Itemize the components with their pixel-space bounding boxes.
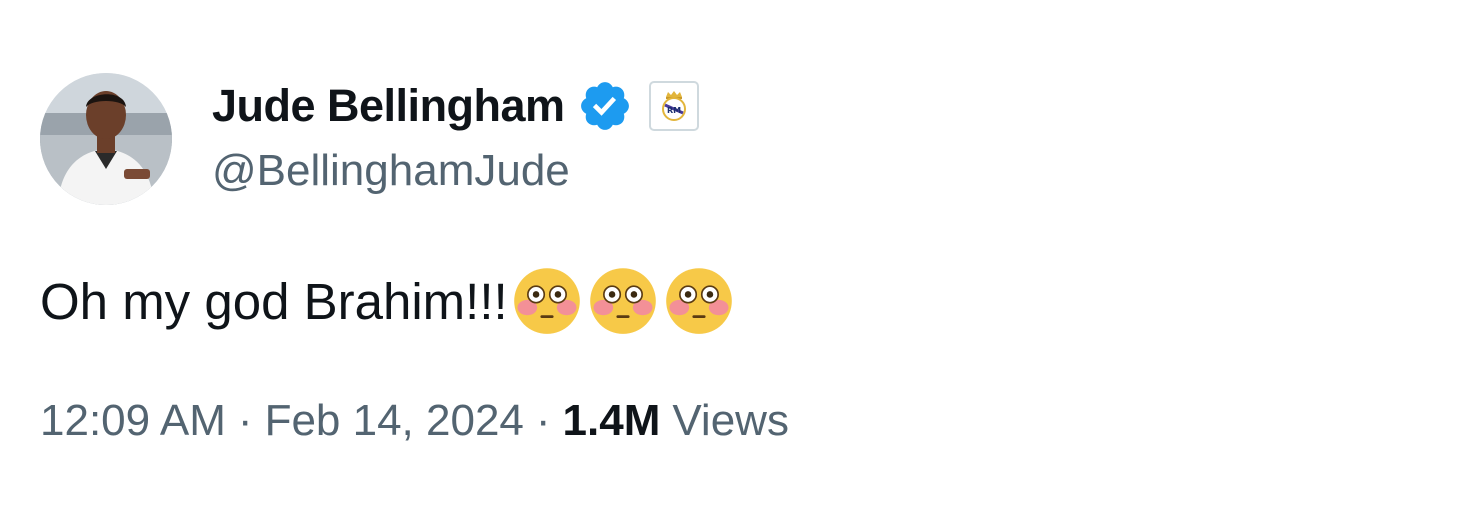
tweet-date[interactable]: Feb 14, 2024 <box>265 396 524 446</box>
svg-text:RM: RM <box>667 106 681 115</box>
tweet-text: Oh my god Brahim!!! <box>40 262 740 340</box>
flushed-face-emoji-icon <box>513 268 580 334</box>
tweet-text-content: Oh my god Brahim!!! <box>40 272 508 330</box>
avatar[interactable] <box>40 73 172 205</box>
meta-separator: · <box>237 396 253 445</box>
tweet-meta: 12:09 AM · Feb 14, 2024 · 1.4M Views <box>40 396 789 446</box>
flushed-face-emoji-icon <box>589 268 656 334</box>
tweet-time[interactable]: 12:09 AM <box>40 396 226 446</box>
tweet-card: Jude Bellingham RM @BellinghamJude Oh my… <box>0 0 1460 510</box>
views-count[interactable]: 1.4M <box>563 396 661 446</box>
tweet-emojis <box>512 266 740 336</box>
flushed-face-emoji-icon <box>665 268 732 334</box>
author-handle[interactable]: @BellinghamJude <box>212 146 570 196</box>
author-name-row: Jude Bellingham RM <box>212 78 699 134</box>
affiliation-badge[interactable]: RM <box>648 81 699 131</box>
real-madrid-crest-icon: RM <box>661 91 686 121</box>
views-label[interactable]: Views <box>672 396 789 446</box>
avatar-photo <box>40 73 172 205</box>
meta-separator: · <box>535 396 551 445</box>
verified-badge-icon[interactable] <box>577 78 633 134</box>
author-display-name[interactable]: Jude Bellingham <box>212 80 565 132</box>
